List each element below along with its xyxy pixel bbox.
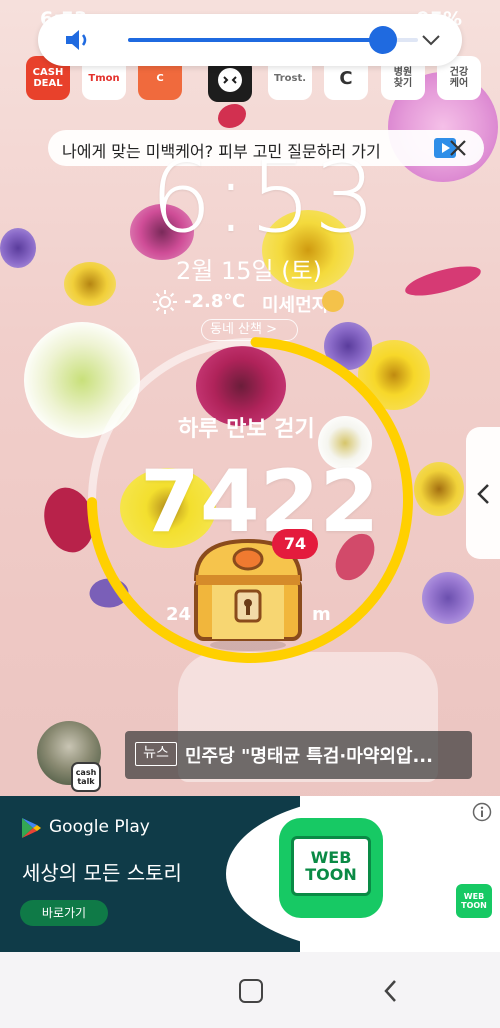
news-tag: 뉴스 [135,742,177,766]
chevron-down-icon[interactable] [420,30,442,50]
webtoon-logo: WEB TOON [279,818,383,918]
webtoon-small-logo: WEB TOON [456,884,492,918]
walking-widget-title: 하루 만보 걷기 [178,417,315,442]
volume-panel [38,14,462,66]
wallpaper-flower [414,462,464,516]
news-headline: 민주당 "명태균 특검·마약외압... [185,746,433,767]
volume-slider-fill [128,38,384,42]
sun-icon [153,290,177,314]
ad-headline: 세상의 모든 스토리 [22,861,182,885]
edge-panel-handle[interactable] [466,427,500,559]
info-icon[interactable] [472,802,492,822]
close-icon[interactable] [448,138,468,158]
chevron-left-icon [477,484,489,504]
back-button[interactable] [382,978,398,1004]
wallpaper-petal [402,262,484,300]
volume-slider-thumb[interactable] [369,26,398,54]
air-quality-face-icon [322,290,344,312]
face-icon [218,68,242,92]
wallpaper-petal [218,104,246,128]
navigation-bar [0,952,500,1028]
temperature: -2.8℃ [184,291,246,312]
google-play-icon [22,818,41,838]
home-button[interactable] [239,979,263,1003]
lock-clock: 6:53 [150,141,379,255]
air-quality-label: 미세먼지 [262,295,329,316]
wallpaper-flower [0,228,36,268]
cashtalk-badge[interactable]: cash talk [71,762,101,792]
wallpaper-flower [422,572,474,624]
ad-banner[interactable]: Google Play 세상의 모든 스토리 바로가기 WEB TOON WEB… [0,796,500,952]
speaker-icon[interactable] [64,28,94,52]
distance-end: m [312,604,331,625]
ad-store-name: Google Play [49,817,150,837]
ad-cta-button[interactable]: 바로가기 [20,900,108,926]
news-ticker[interactable]: 뉴스 민주당 "명태균 특검·마약외압... [125,731,472,779]
lock-date: 2월 15일 (토) [176,257,323,285]
webtoon-logo-text: WEB TOON [291,836,371,896]
reward-count-badge: 74 [272,529,318,559]
wallpaper-flower [64,262,116,306]
